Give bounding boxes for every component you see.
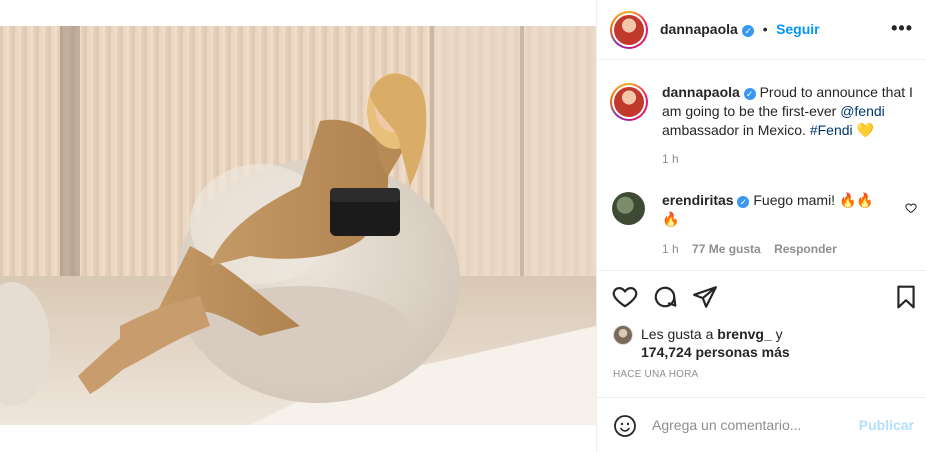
comment-bubble-icon[interactable] bbox=[652, 284, 678, 310]
media-pane bbox=[0, 0, 596, 452]
verified-badge-icon: ✓ bbox=[743, 88, 756, 100]
verified-badge-icon: ✓ bbox=[742, 25, 755, 37]
avatar-image bbox=[614, 15, 644, 45]
comment-like-heart-icon[interactable] bbox=[905, 201, 917, 219]
liker-username[interactable]: brenvg_ bbox=[717, 326, 771, 342]
likes-line-2: 174,724 personas más bbox=[641, 343, 913, 361]
paper-plane-icon[interactable] bbox=[692, 284, 718, 310]
liker-avatar[interactable] bbox=[613, 325, 633, 345]
heart-icon[interactable] bbox=[612, 284, 638, 310]
likes-line-1: Les gusta a brenvg_ y bbox=[641, 325, 913, 343]
comment: erendiritas ✓ Fuego mami! 🔥🔥🔥 bbox=[662, 191, 887, 229]
ellipsis-icon[interactable]: ••• bbox=[891, 18, 913, 39]
caption-username[interactable]: dannapaola bbox=[662, 84, 740, 100]
comment-likes[interactable]: 77 Me gusta bbox=[692, 242, 761, 256]
header-user-row: dannapaola ✓ • Seguir bbox=[660, 21, 820, 39]
add-comment-bar: Publicar bbox=[597, 397, 926, 452]
likes-conjunction: y bbox=[771, 326, 783, 342]
comment-input[interactable] bbox=[652, 415, 842, 435]
likes-prefix: Les gusta a bbox=[641, 326, 718, 342]
caption-time[interactable]: 1 h bbox=[662, 152, 679, 166]
heart-emoji: 💛 bbox=[856, 122, 874, 138]
post-header: dannapaola ✓ • Seguir ••• bbox=[597, 0, 926, 60]
author-avatar[interactable] bbox=[610, 11, 648, 49]
author-username[interactable]: dannapaola bbox=[660, 21, 738, 37]
comment-meta: 1 h 77 Me gusta Responder bbox=[662, 242, 837, 256]
caption-avatar[interactable] bbox=[610, 83, 648, 121]
reply-button[interactable]: Responder bbox=[774, 242, 837, 256]
post-timestamp[interactable]: Hace una hora bbox=[613, 369, 698, 380]
publish-button[interactable]: Publicar bbox=[859, 417, 914, 433]
likes-summary: Les gusta a brenvg_ y 174,724 personas m… bbox=[613, 325, 913, 361]
comments-area: dannapaola ✓ Proud to announce that I am… bbox=[597, 61, 926, 269]
avatar-image bbox=[614, 87, 644, 117]
caption-text-middle: ambassador in Mexico. bbox=[662, 122, 810, 138]
follow-button[interactable]: Seguir bbox=[776, 21, 820, 37]
post-photo[interactable] bbox=[0, 26, 596, 425]
caption: dannapaola ✓ Proud to announce that I am… bbox=[662, 83, 917, 140]
post-side-panel: dannapaola ✓ • Seguir ••• dannapaola ✓ P… bbox=[596, 0, 926, 452]
action-bar bbox=[597, 270, 926, 322]
verified-badge-icon: ✓ bbox=[737, 196, 750, 208]
comment-username[interactable]: erendiritas bbox=[662, 192, 734, 208]
likes-count[interactable]: 174,724 personas más bbox=[641, 344, 790, 360]
mention-link[interactable]: @fendi bbox=[840, 103, 885, 119]
separator-dot: • bbox=[762, 21, 768, 37]
hashtag-link[interactable]: #Fendi bbox=[810, 122, 853, 138]
comment-time[interactable]: 1 h bbox=[662, 242, 679, 256]
bookmark-icon[interactable] bbox=[893, 284, 919, 310]
smiley-icon[interactable] bbox=[613, 414, 637, 443]
commenter-avatar[interactable] bbox=[612, 192, 645, 225]
